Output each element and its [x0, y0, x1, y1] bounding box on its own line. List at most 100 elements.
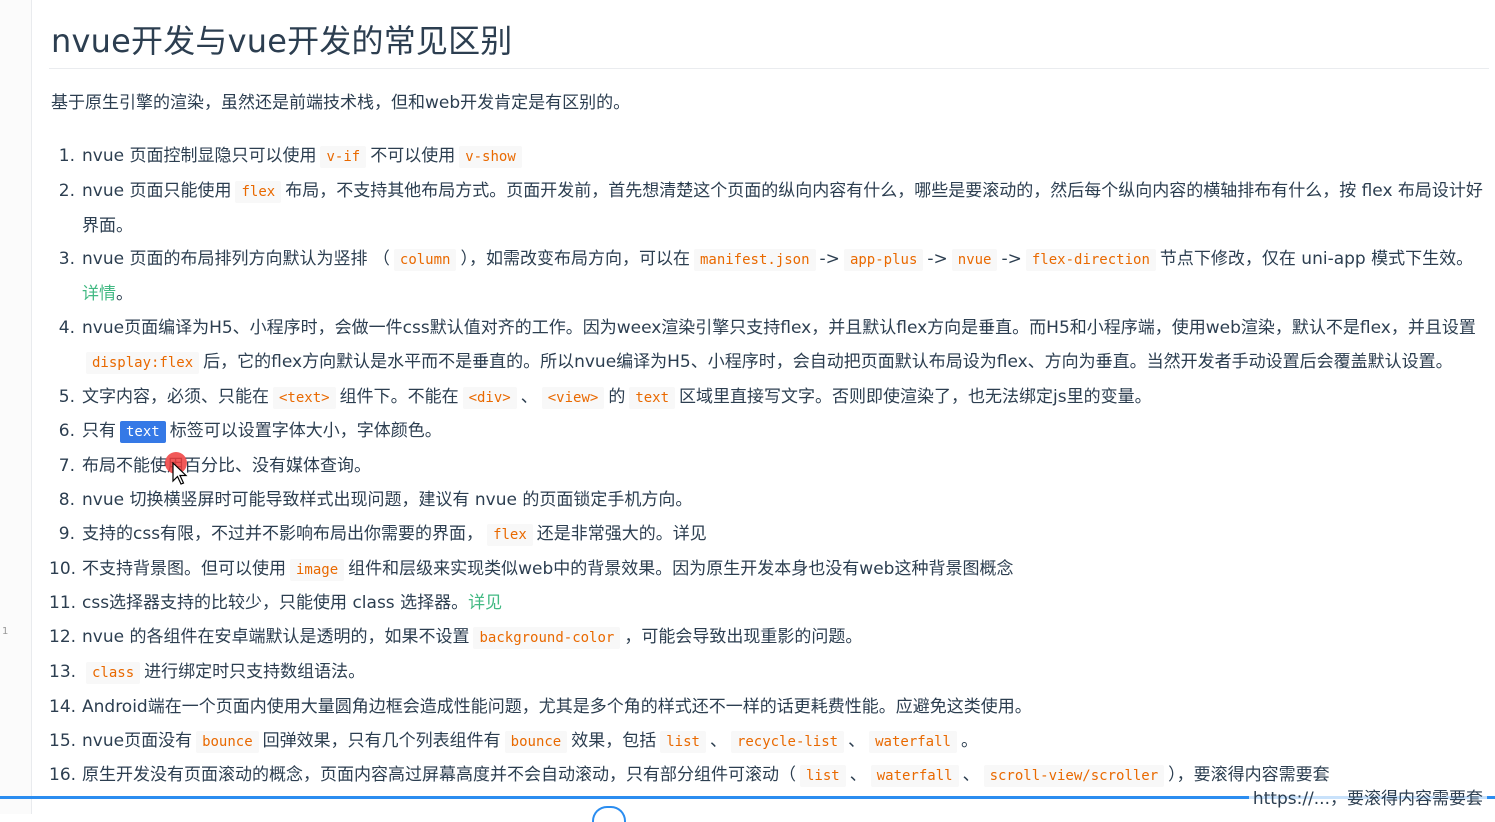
list-item: 3. nvue 页面的布局排列方向默认为竖排 （column ），如需改变布局方向，…	[49, 243, 1489, 312]
item-text: nvue页面没有	[82, 730, 193, 751]
item-text: 组件和层级来实现类似web中的背景效果。因为原生开发本身也没有web这种背景图概…	[348, 558, 1014, 579]
title-divider	[49, 68, 1489, 69]
code-snippet: display:flex	[86, 351, 200, 374]
code-snippet: <text>	[273, 386, 336, 409]
list-number: 1.	[58, 146, 75, 166]
item-text: nvue页面编译为H5、小程序时，会做一件css默认值对齐的工作。因为weex渲…	[82, 317, 1476, 338]
list-item: 5. 文字内容，必须、只能在 <text> 组件下。不能在 <div>、 <view> 的 t…	[49, 381, 1489, 416]
list-number: 8.	[58, 489, 75, 510]
item-text: nvue 页面只能使用	[82, 180, 232, 201]
item-text: 、	[709, 730, 727, 751]
item-text: 区域里直接写文字。否则即使渲染了，也无法绑定js里的变量。	[679, 386, 1152, 407]
mouse-cursor-icon	[172, 462, 188, 485]
details-link[interactable]: 详见	[468, 593, 502, 613]
list-item: 4. nvue页面编译为H5、小程序时，会做一件css默认值对齐的工作。因为wee…	[49, 312, 1489, 381]
page-title: nvue开发与vue开发的常见区别	[51, 22, 513, 60]
item-text: 。	[116, 284, 133, 305]
code-snippet: background-color	[473, 627, 621, 650]
item-text: 、	[962, 765, 980, 786]
code-snippet: recycle-list	[730, 730, 845, 753]
code-snippet: manifest.json	[693, 249, 816, 272]
item-text: css选择器支持的比较少，只能使用 class 选择器。	[82, 593, 469, 614]
list-number: 13.	[49, 661, 77, 682]
list-number: 6.	[58, 421, 75, 442]
item-text: ->	[927, 249, 948, 270]
item-text: 效果，包括	[571, 730, 657, 751]
item-text: nvue 页面控制显隐只可以使用	[82, 146, 317, 166]
gutter-mark: 1	[2, 626, 9, 637]
list-number: 9.	[58, 523, 75, 544]
code-snippet: column	[393, 249, 457, 272]
selected-code-snippet: text	[120, 421, 166, 444]
code-snippet: app-plus	[843, 249, 924, 272]
code-snippet: text	[629, 386, 676, 409]
code-snippet: waterfall	[869, 730, 957, 753]
item-text: 布局不能使用百分比、没有媒体查询。	[82, 456, 371, 477]
left-gutter: 1	[0, 0, 32, 814]
item-text: 、	[849, 765, 867, 786]
list-item: 14. Android端在一个页面内使用大量圆角边框会造成性能问题，尤其是多个角的…	[49, 691, 1489, 725]
item-text: 文字内容，必须、只能在	[82, 386, 269, 407]
item-text: 不可以使用	[370, 146, 456, 166]
code-snippet: flex	[487, 523, 533, 546]
item-text: ），如需改变布局方向，可以在	[460, 249, 690, 270]
list-item: 1. nvue 页面控制显隐只可以使用 v-if 不可以使用 v-show	[49, 140, 1489, 175]
code-snippet: flex-direction	[1025, 249, 1156, 272]
list-number: 10.	[49, 558, 77, 579]
code-snippet: list	[660, 730, 706, 753]
item-text: 原生开发没有页面滚动的概念，页面内容高过屏幕高度并不会自动滚动，只有部分组件可滚…	[82, 765, 796, 786]
list-item: 13. class 进行绑定时只支持数组语法。	[49, 656, 1489, 691]
item-text: ，可能会导致出现重影的问题。	[624, 627, 863, 648]
code-snippet: scroll-view/scroller	[983, 765, 1165, 788]
watermark-text: https://...，要滚得内容需要套	[1248, 784, 1487, 809]
item-text: 、	[848, 730, 866, 751]
list-number: 15.	[49, 730, 77, 751]
item-text: 。	[960, 730, 978, 751]
list-number: 11.	[49, 593, 77, 614]
item-text: 的	[608, 386, 626, 407]
item-text: 还是非常强大的。详见	[536, 523, 707, 544]
code-snippet: nvue	[951, 249, 998, 272]
code-snippet: flex	[235, 180, 282, 203]
item-text: 组件下。不能在	[339, 386, 459, 407]
item-text: 后，它的flex方向默认是水平而不是垂直的。所以nvue编译为H5、小程序时，会…	[203, 351, 1453, 372]
player-button[interactable]	[592, 806, 626, 822]
list-number: 3.	[58, 249, 75, 270]
item-text: Android端在一个页面内使用大量圆角边框会造成性能问题，尤其是多个角的样式还…	[82, 696, 1032, 717]
item-text: nvue 页面的布局排列方向默认为竖排 （	[82, 249, 390, 270]
list-item: 15. nvue页面没有 bounce 回弹效果，只有几个列表组件有 bounce 效果，…	[49, 725, 1489, 760]
list-item: 12. nvue 的各组件在安卓端默认是透明的，如果不设置 background-c…	[49, 621, 1489, 656]
code-snippet: <div>	[462, 386, 517, 409]
item-text: 布局，不支持其他布局方式。页面开发前，首先想清楚这个页面的纵向内容有什么，哪些是…	[82, 180, 1483, 236]
item-text: 不支持背景图。但可以使用	[82, 558, 286, 579]
item-text: 进行绑定时只支持数组语法。	[144, 661, 366, 682]
item-text: 回弹效果，只有几个列表组件有	[262, 730, 501, 751]
intro-paragraph: 基于原生引擎的渲染，虽然还是前端技术栈，但和web开发肯定是有区别的。	[51, 93, 631, 113]
list-number: 14.	[49, 696, 77, 717]
code-snippet: <view>	[541, 386, 605, 409]
code-snippet: v-show	[459, 146, 522, 168]
list-number: 5.	[58, 386, 75, 407]
list-number: 4.	[58, 317, 75, 338]
item-text: ->	[1001, 249, 1022, 270]
code-snippet: v-if	[320, 146, 367, 168]
list-item: 7. 布局不能使用百分比、没有媒体查询。	[49, 450, 1489, 484]
item-text: ->	[819, 249, 840, 270]
item-text: 只有	[82, 421, 116, 442]
item-text: 、	[520, 386, 538, 407]
item-text: 支持的css有限，不过并不影响布局出你需要的界面，	[82, 523, 484, 544]
code-snippet: bounce	[196, 730, 259, 753]
list-item: 2. nvue 页面只能使用 flex 布局，不支持其他布局方式。页面开发前，首先想清…	[49, 175, 1489, 244]
details-link[interactable]: 详情	[82, 284, 116, 304]
item-text: 节点下修改，仅在 uni-app 模式下生效。	[1159, 249, 1474, 270]
list-item: 8. nvue 切换横竖屏时可能导致样式出现问题，建议有 nvue 的页面锁定手机…	[49, 484, 1489, 518]
list-item: 6. 只有 text 标签可以设置字体大小，字体颜色。	[49, 415, 1489, 450]
rules-list: 1. nvue 页面控制显隐只可以使用 v-if 不可以使用 v-show 2. nvue …	[49, 140, 1489, 794]
list-number: 2.	[58, 180, 75, 201]
item-text: nvue 切换横竖屏时可能导致样式出现问题，建议有 nvue 的页面锁定手机方向…	[82, 489, 693, 510]
code-snippet: list	[800, 765, 846, 788]
list-item: 9. 支持的css有限，不过并不影响布局出你需要的界面， flex 还是非常强大的。详…	[49, 518, 1489, 553]
item-text: nvue 的各组件在安卓端默认是透明的，如果不设置	[82, 627, 470, 648]
code-snippet: waterfall	[870, 765, 959, 788]
list-number: 16.	[49, 765, 77, 786]
